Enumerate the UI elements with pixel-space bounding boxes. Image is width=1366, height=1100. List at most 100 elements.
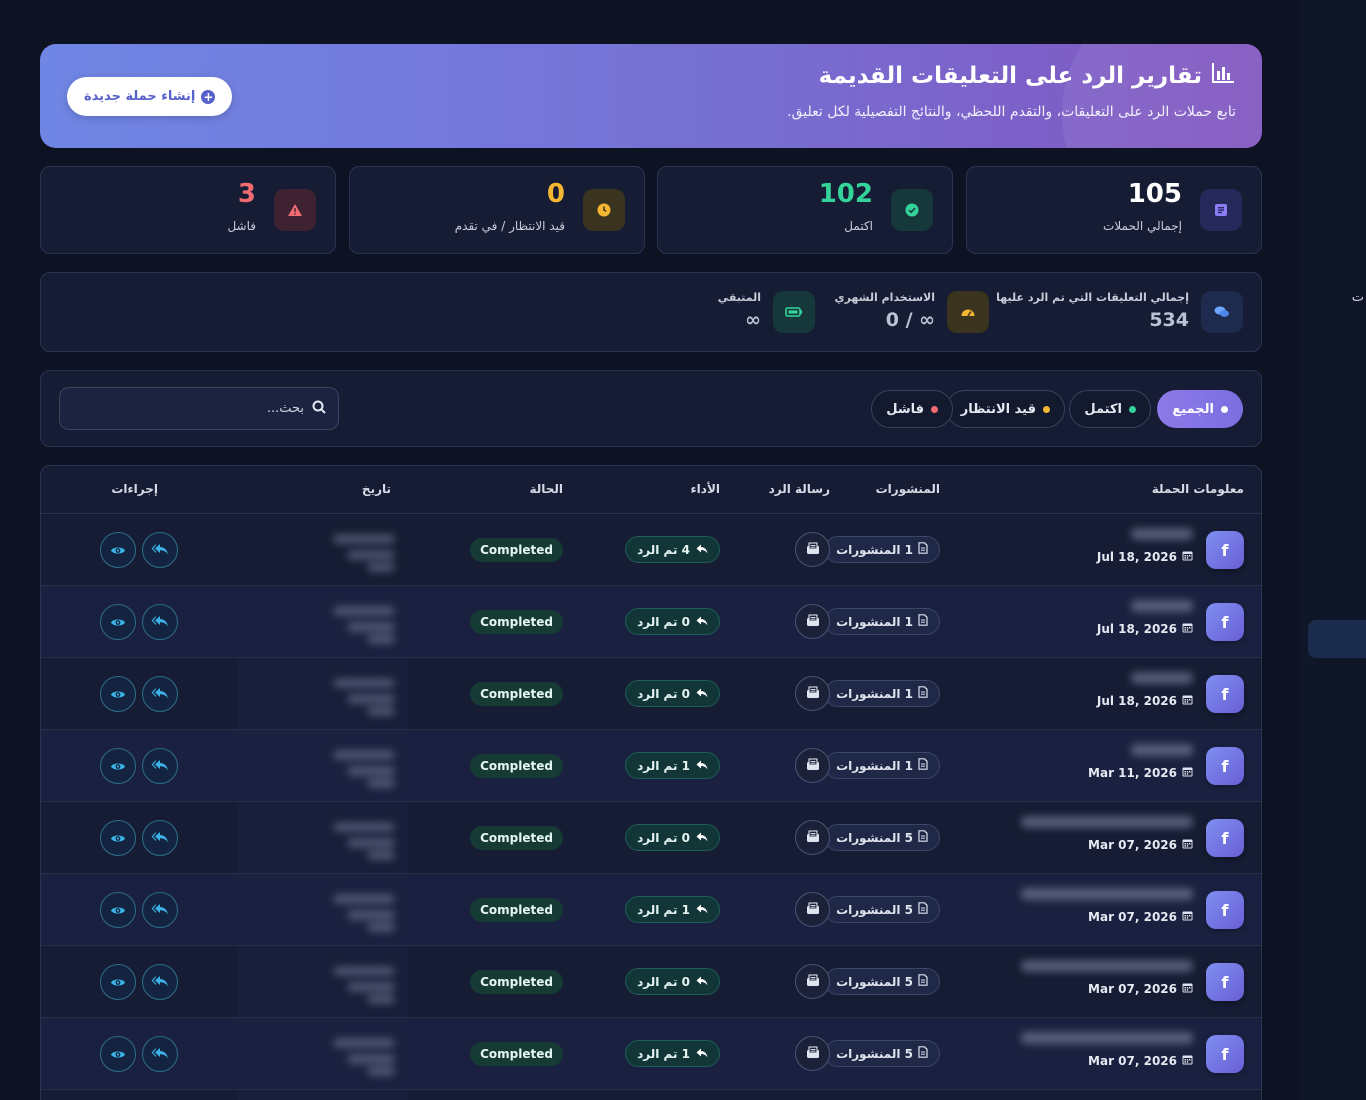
posts-count-badge: 1 المنشورات: [824, 608, 940, 635]
stat-card-total: 105 إجمالي الحملات: [966, 166, 1262, 254]
campaign-date-text: Mar 07, 2026: [1088, 838, 1177, 852]
performance-text: 0 تم الرد: [637, 830, 690, 845]
calendar-icon: [1182, 1054, 1193, 1068]
campaign-date-text: Mar 07, 2026: [1088, 910, 1177, 924]
envelope-open-icon: [806, 1044, 820, 1063]
header-performance: الأداء: [690, 482, 720, 496]
search-field[interactable]: [59, 387, 339, 430]
usage-total: إجمالي التعليقات التي تم الرد عليها 534: [983, 291, 1243, 335]
posts-count-text: 5 المنشورات: [836, 974, 913, 989]
view-button[interactable]: [100, 1036, 136, 1072]
view-button[interactable]: [100, 892, 136, 928]
view-button[interactable]: [100, 532, 136, 568]
eye-icon: [110, 901, 126, 920]
filter-chip-failed[interactable]: فاشل: [871, 390, 953, 428]
check-circle-icon: [891, 189, 933, 231]
usage-remaining-label: المتبقي: [717, 291, 761, 304]
usage-remaining-value: ∞: [745, 309, 761, 331]
performance-badge: 4 تم الرد: [625, 536, 720, 563]
performance-text: 4 تم الرد: [637, 542, 690, 557]
calendar-icon: [1182, 622, 1193, 636]
platform-badge: f: [1206, 891, 1244, 929]
posts-count-text: 1 المنشورات: [836, 686, 913, 701]
view-button[interactable]: [100, 604, 136, 640]
performance-badge: 1 تم الرد: [625, 896, 720, 923]
view-button[interactable]: [100, 820, 136, 856]
stat-value: 102: [818, 179, 873, 209]
eye-icon: [110, 1045, 126, 1064]
status-dot: [1043, 405, 1050, 413]
reply-message-button[interactable]: [795, 748, 830, 783]
stat-label: فاشل: [227, 219, 256, 233]
header-status: الحالة: [529, 482, 563, 496]
view-button[interactable]: [100, 748, 136, 784]
stat-card-completed: 102 اكتمل: [657, 166, 953, 254]
stat-label: اكتمل: [844, 219, 873, 233]
filter-chip-pending[interactable]: قيد الانتظار: [945, 390, 1065, 428]
performance-badge: 1 تم الرد: [625, 752, 720, 779]
reply-message-button[interactable]: [795, 820, 830, 855]
header-campaign: معلومات الحملة: [1151, 482, 1244, 496]
document-icon: [918, 974, 928, 989]
envelope-open-icon: [806, 756, 820, 775]
campaign-date: Jul 18, 2026: [1097, 622, 1193, 636]
document-icon: [918, 1046, 928, 1061]
usage-total-value: 534: [1149, 309, 1189, 331]
table-row: f Mar 07, 2026 5 المنشورات 0 تم الرد Complet…: [41, 946, 1261, 1018]
side-panel-item[interactable]: [1308, 620, 1366, 658]
campaign-date-text: Mar 07, 2026: [1088, 1054, 1177, 1068]
reply-message-button[interactable]: [795, 892, 830, 927]
facebook-icon: f: [1221, 972, 1229, 992]
reply-all-button[interactable]: [142, 820, 178, 856]
filter-chip-completed[interactable]: اكتمل: [1069, 390, 1151, 428]
campaign-name-redacted: [1021, 1032, 1193, 1044]
eye-icon: [110, 973, 126, 992]
reply-all-button[interactable]: [142, 532, 178, 568]
new-campaign-button[interactable]: + إنشاء حملة جديدة: [67, 77, 233, 116]
reply-all-button[interactable]: [142, 748, 178, 784]
reply-icon: [696, 831, 708, 845]
posts-count-text: 5 المنشورات: [836, 1046, 913, 1061]
performance-badge: 0 تم الرد: [625, 968, 720, 995]
reply-message-button[interactable]: [795, 532, 830, 567]
calendar-icon: [1182, 910, 1193, 924]
status-badge: Completed: [470, 610, 563, 634]
envelope-open-icon: [806, 612, 820, 631]
header-posts: المنشورات: [875, 482, 940, 496]
reply-all-icon: [151, 973, 169, 992]
reply-all-button[interactable]: [142, 964, 178, 1000]
stat-label: قيد الانتظار / في تقدم: [454, 219, 565, 233]
status-dot: [1221, 405, 1228, 413]
reply-message-button[interactable]: [795, 1036, 830, 1071]
reply-message-button[interactable]: [795, 964, 830, 999]
created-date-redacted: [323, 532, 395, 572]
main-content: تقارير الرد على التعليقات القديمة تابع ح…: [0, 0, 1300, 1100]
campaigns-table: معلومات الحملة المنشورات رسالة الرد الأد…: [40, 465, 1262, 1100]
table-row: f Mar 07, 2026 5 المنشورات 1 تم الرد Complet…: [41, 874, 1261, 946]
reply-all-button[interactable]: [142, 1036, 178, 1072]
view-button[interactable]: [100, 676, 136, 712]
performance-badge: 0 تم الرد: [625, 824, 720, 851]
search-input[interactable]: [84, 401, 304, 416]
reply-icon: [696, 1047, 708, 1061]
reply-icon: [696, 759, 708, 773]
reply-all-button[interactable]: [142, 892, 178, 928]
reply-all-button[interactable]: [142, 676, 178, 712]
facebook-icon: f: [1221, 540, 1229, 560]
table-row: f Jul 18, 2026 1 المنشورات 4 تم الرد Complet…: [41, 514, 1261, 586]
status-badge: Completed: [470, 826, 563, 850]
filter-chip-label: اكتمل: [1084, 401, 1122, 417]
stat-value: 0: [546, 179, 565, 209]
posts-count-badge: 5 المنشورات: [824, 968, 940, 995]
document-icon: [918, 686, 928, 701]
reply-message-button[interactable]: [795, 604, 830, 639]
reply-icon: [696, 903, 708, 917]
table-row: f Mar 07, 2026 5 المنشورات 0 تم الرد Complet…: [41, 802, 1261, 874]
eye-icon: [110, 829, 126, 848]
filter-chip-all[interactable]: الجميع: [1157, 390, 1243, 428]
view-button[interactable]: [100, 964, 136, 1000]
eye-icon: [110, 757, 126, 776]
campaign-name-redacted: [1021, 888, 1193, 900]
reply-message-button[interactable]: [795, 676, 830, 711]
reply-all-button[interactable]: [142, 604, 178, 640]
